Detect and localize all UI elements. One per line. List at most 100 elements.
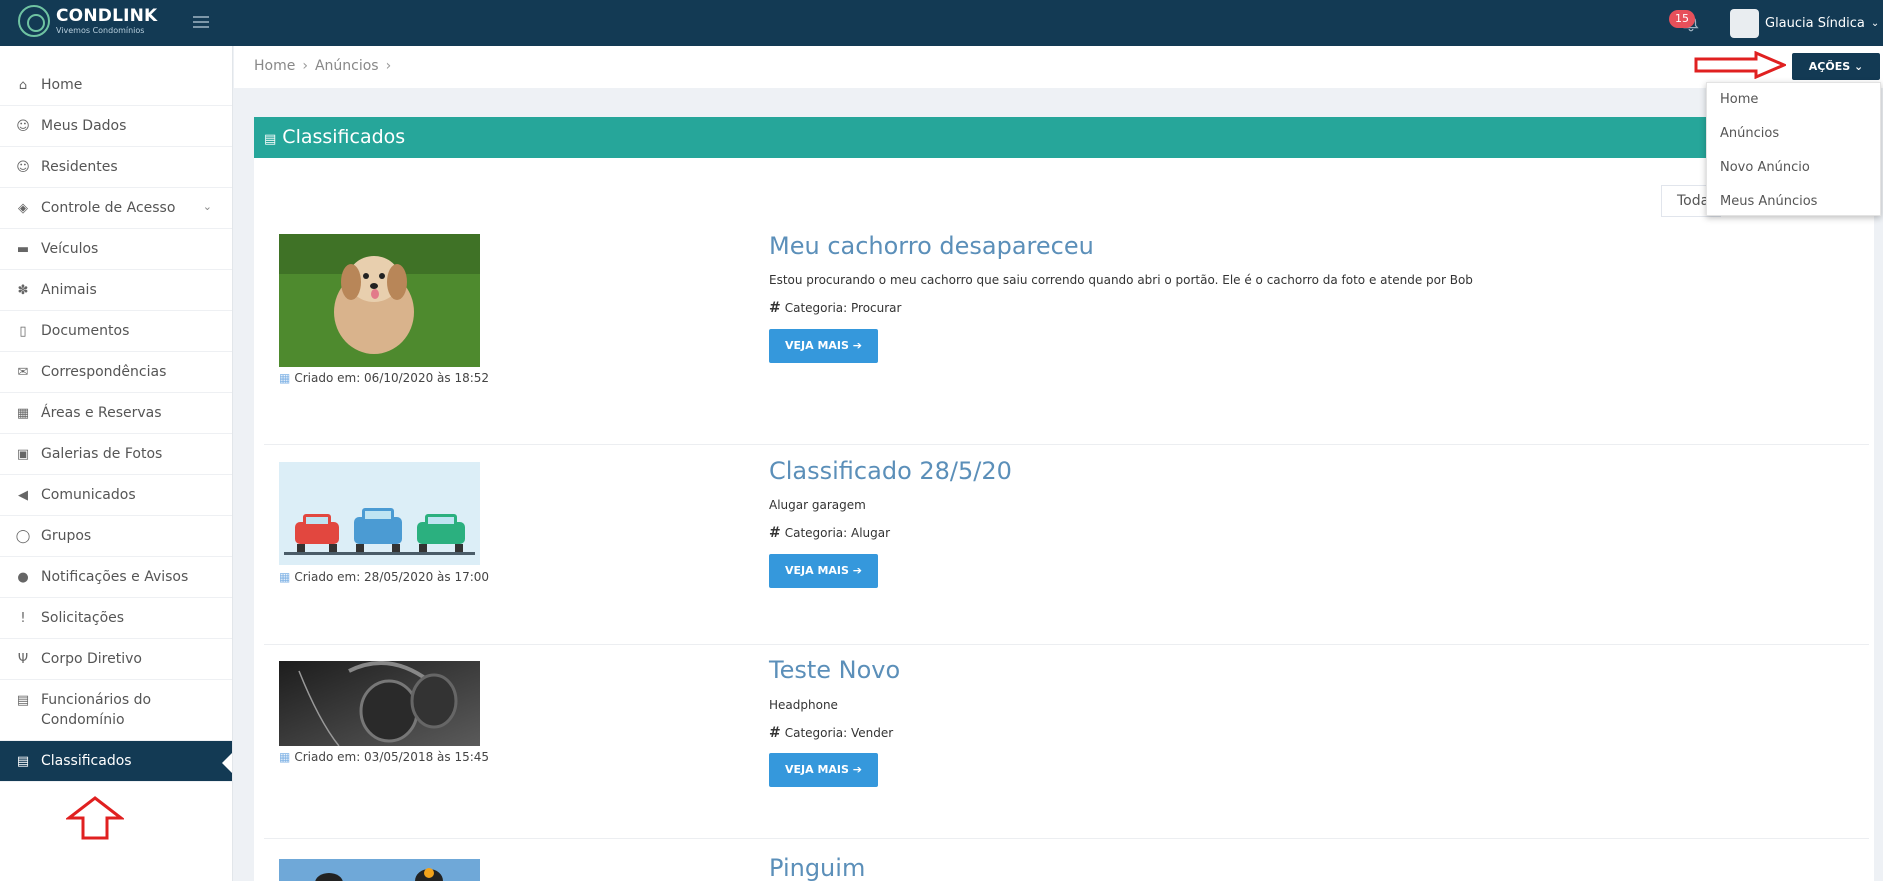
actions-button-label: AÇÕES <box>1808 60 1851 73</box>
sidebar: ⌂ Home ☺ Meus Dados ☺ Residentes ◈ Controle … <box>0 46 233 881</box>
sidebar-item-label: Correspondências <box>41 364 167 380</box>
arrow-circle-right-icon: ➔ <box>852 564 862 577</box>
sidebar-item-grupos[interactable]: ◯ Grupos <box>0 516 232 557</box>
breadcrumb: Home › Anúncios › <box>254 58 398 74</box>
see-more-button[interactable]: VEJA MAIS ➔ <box>769 554 878 588</box>
ad-image-headphone[interactable] <box>279 661 480 746</box>
see-more-label: VEJA MAIS <box>785 339 849 352</box>
building-icon: ▤ <box>16 693 30 708</box>
see-more-label: VEJA MAIS <box>785 564 849 577</box>
calendar-icon: ▦ <box>279 371 291 385</box>
list-item: ▦ Criado em: 06/10/2020 às 18:52 Meu cach… <box>264 220 1869 445</box>
sidebar-item-solicitacoes[interactable]: ! Solicitações <box>0 598 232 639</box>
newspaper-icon: ▤ <box>264 132 277 147</box>
ad-title[interactable]: Classificado 28/5/20 <box>769 457 1012 485</box>
sidebar-item-label: Residentes <box>41 159 118 175</box>
logo-globe-icon <box>18 5 50 37</box>
annotation-arrow-right-icon <box>1694 51 1786 79</box>
sidebar-item-comunicados[interactable]: ◀ Comunicados <box>0 475 232 516</box>
notification-count-badge: 15 <box>1669 10 1695 28</box>
sidebar-item-label: Grupos <box>41 528 92 544</box>
sidebar-item-classificados[interactable]: ▤ Classificados <box>0 741 232 782</box>
list-item: ▦ Criado em: 28/05/2020 às 17:00 Classifi… <box>264 446 1869 645</box>
tag-icon: ◈ <box>18 201 28 216</box>
sidebar-item-label: Áreas e Reservas <box>41 405 162 421</box>
ad-date: ▦ Criado em: 06/10/2020 às 18:52 <box>279 371 489 385</box>
sidebar-item-galerias-de-fotos[interactable]: ▣ Galerias de Fotos <box>0 434 232 475</box>
see-more-button[interactable]: VEJA MAIS ➔ <box>769 329 878 363</box>
comments-icon: ◯ <box>15 529 31 544</box>
menu-item-novo-anuncio[interactable]: Novo Anúncio <box>1707 151 1880 185</box>
hash-icon: # <box>769 300 781 316</box>
brand-tagline: Vivemos Condomínios <box>56 25 145 35</box>
breadcrumb-current[interactable]: Anúncios <box>315 58 379 74</box>
ad-category-text: Categoria: Alugar <box>784 526 891 540</box>
chevron-down-icon: ⌄ <box>1870 17 1880 29</box>
panel-title: Classificados <box>282 126 406 148</box>
sidebar-item-funcionarios[interactable]: ▤ Funcionários do Condomínio <box>0 680 232 741</box>
ad-description: Alugar garagem <box>769 498 866 512</box>
chevron-right-icon: › <box>302 58 308 74</box>
sidebar-item-label: Documentos <box>41 323 130 339</box>
sidebar-item-correspondencias[interactable]: ✉ Correspondências <box>0 352 232 393</box>
arrow-circle-right-icon: ➔ <box>852 339 862 352</box>
chevron-right-icon: › <box>385 58 392 74</box>
sidebar-item-label: Veículos <box>41 241 99 257</box>
sidebar-item-documentos[interactable]: ▯ Documentos <box>0 311 232 352</box>
exclamation-icon: ! <box>20 611 26 626</box>
brand-name: CONDLINK <box>56 5 158 26</box>
ad-date: ▦ Criado em: 28/05/2020 às 17:00 <box>279 570 489 584</box>
actions-dropdown-button[interactable]: AÇÕES ⌄ <box>1792 53 1880 80</box>
list-item: Pinguim <box>264 840 1869 881</box>
sidebar-item-label: Funcionários do Condomínio <box>41 692 152 728</box>
envelope-open-icon: ✉ <box>17 365 29 380</box>
ad-image-cars[interactable] <box>279 462 480 565</box>
ad-category: # Categoria: Procurar <box>769 300 901 316</box>
calendar-icon: ▦ <box>16 406 30 421</box>
sidebar-item-home[interactable]: ⌂ Home <box>0 65 232 106</box>
sidebar-item-residentes[interactable]: ☺ Residentes <box>0 147 232 188</box>
ad-category-text: Categoria: Procurar <box>784 301 902 315</box>
ad-title[interactable]: Pinguim <box>769 854 865 881</box>
ad-title[interactable]: Teste Novo <box>769 656 900 684</box>
sidebar-item-label: Corpo Diretivo <box>41 651 142 667</box>
ad-date-text: Criado em: 03/05/2018 às 15:45 <box>294 750 490 764</box>
sidebar-item-corpo-diretivo[interactable]: Ψ Corpo Diretivo <box>0 639 232 680</box>
info-icon: ● <box>17 570 29 585</box>
hash-icon: # <box>769 525 781 541</box>
menu-item-meus-anuncios[interactable]: Meus Anúncios <box>1707 185 1880 219</box>
file-icon: ▯ <box>19 324 27 339</box>
tie-icon: Ψ <box>17 652 29 667</box>
arrow-circle-right-icon: ➔ <box>852 763 862 776</box>
annotation-arrow-up-icon <box>66 796 124 840</box>
see-more-label: VEJA MAIS <box>785 763 849 776</box>
ad-image-penguin[interactable] <box>279 859 480 881</box>
ad-title[interactable]: Meu cachorro desapareceu <box>769 232 1094 260</box>
sidebar-item-label: Meus Dados <box>41 118 127 134</box>
image-icon: ▣ <box>16 447 30 462</box>
ad-image-dog[interactable] <box>279 234 480 367</box>
sidebar-item-veiculos[interactable]: ▬ Veículos <box>0 229 232 270</box>
ad-description: Headphone <box>769 698 838 712</box>
brand-logo[interactable]: CONDLINK Vivemos Condomínios <box>18 5 157 37</box>
list-item: ▦ Criado em: 03/05/2018 às 15:45 Teste No… <box>264 646 1869 839</box>
menu-item-anuncios[interactable]: Anúncios <box>1707 117 1880 151</box>
see-more-button[interactable]: VEJA MAIS ➔ <box>769 753 878 787</box>
sidebar-item-label: Galerias de Fotos <box>41 446 163 462</box>
classificados-panel: ▤ Classificados Toda ▦ Criado em: 06/10/20… <box>254 117 1874 881</box>
hamburger-menu-icon[interactable] <box>193 16 209 30</box>
actions-dropdown-menu: Home Anúncios Novo Anúncio Meus Anúncios <box>1706 82 1881 216</box>
menu-item-home[interactable]: Home <box>1707 83 1880 117</box>
user-menu[interactable]: Glaucia Síndica ⌄ <box>1730 8 1880 38</box>
sidebar-item-animais[interactable]: ✽ Animais <box>0 270 232 311</box>
sidebar-item-meus-dados[interactable]: ☺ Meus Dados <box>0 106 232 147</box>
sidebar-item-controle-de-acesso[interactable]: ◈ Controle de Acesso ⌄ <box>0 188 232 229</box>
sidebar-item-notificacoes[interactable]: ● Notificações e Avisos <box>0 557 232 598</box>
ad-date-text: Criado em: 06/10/2020 às 18:52 <box>294 371 490 385</box>
calendar-icon: ▦ <box>279 750 291 764</box>
paw-icon: ✽ <box>17 283 29 298</box>
breadcrumb-home-link[interactable]: Home <box>254 58 295 74</box>
sidebar-item-areas-e-reservas[interactable]: ▦ Áreas e Reservas <box>0 393 232 434</box>
sidebar-item-label: Controle de Acesso <box>41 200 176 216</box>
chevron-down-icon: ⌄ <box>1854 60 1864 73</box>
